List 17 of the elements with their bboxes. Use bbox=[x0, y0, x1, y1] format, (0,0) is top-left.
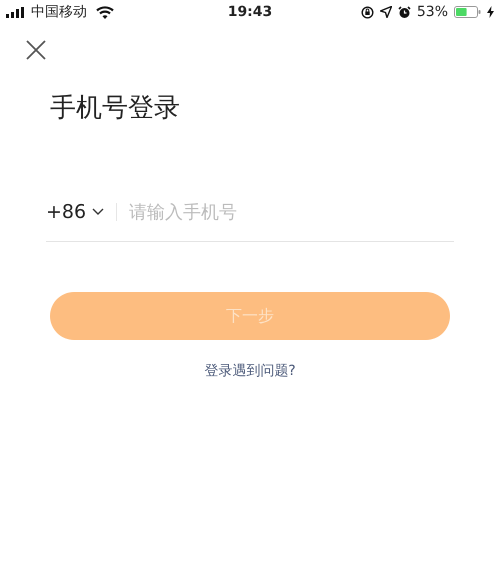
page-title: 手机号登录 bbox=[50, 92, 180, 125]
wifi-icon bbox=[96, 6, 114, 18]
battery-percent: 53% bbox=[416, 4, 448, 20]
location-icon bbox=[380, 6, 392, 18]
country-code[interactable]: +86 bbox=[46, 201, 86, 223]
close-icon bbox=[26, 40, 46, 60]
signal-icon bbox=[6, 6, 26, 18]
rotation-lock-icon bbox=[360, 6, 374, 18]
carrier-name: 中国移动 bbox=[31, 3, 87, 21]
help-link[interactable]: 登录遇到问题? bbox=[204, 363, 296, 379]
phone-input-field[interactable]: 请输入手机号 bbox=[129, 197, 454, 227]
battery-icon bbox=[454, 6, 481, 18]
charging-bolt-icon bbox=[487, 6, 494, 18]
close-button[interactable] bbox=[26, 40, 46, 60]
caret-icon[interactable] bbox=[92, 208, 104, 216]
clock-time: 19:43 bbox=[228, 4, 272, 20]
alarm-icon bbox=[398, 6, 411, 18]
